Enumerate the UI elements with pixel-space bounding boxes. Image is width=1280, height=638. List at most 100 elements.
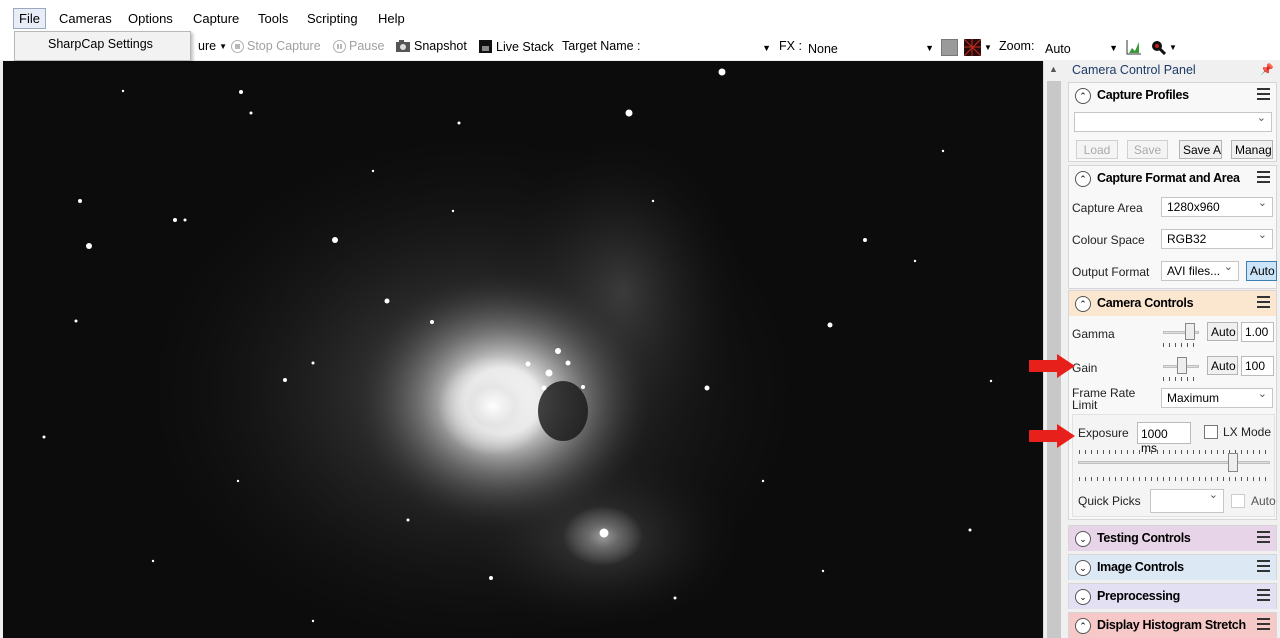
snapshot-label: Snapshot <box>414 39 467 53</box>
quick-auto-label: Auto <box>1251 494 1276 508</box>
nebula-image <box>3 61 1043 638</box>
preprocessing-header[interactable]: ⌄ Preprocessing <box>1069 584 1276 609</box>
gamma-slider-thumb[interactable] <box>1185 323 1195 340</box>
quick-picks-label: Quick Picks <box>1078 494 1141 508</box>
exposure-label: Exposure <box>1078 426 1129 440</box>
panel-title: Camera Control Panel <box>1072 63 1196 77</box>
red-grid-icon <box>964 39 981 56</box>
hamburger-menu-icon[interactable] <box>1257 296 1270 308</box>
output-auto-button[interactable]: Auto <box>1246 261 1277 281</box>
pin-icon[interactable]: 📌 <box>1260 63 1274 76</box>
quick-picks-select[interactable] <box>1150 488 1224 513</box>
fx-select[interactable]: None ▼ <box>808 42 936 60</box>
section-title: Preprocessing <box>1097 589 1180 603</box>
display-histogram-header[interactable]: ⌃ Display Histogram Stretch <box>1069 613 1276 638</box>
gain-auto-button[interactable]: Auto <box>1207 356 1238 375</box>
exposure-value-field[interactable]: 1000 ms <box>1137 422 1191 455</box>
menu-help[interactable]: Help <box>378 11 405 26</box>
hamburger-menu-icon[interactable] <box>1257 171 1270 183</box>
histogram-button[interactable] <box>1126 39 1142 55</box>
start-capture-button[interactable]: ure ▼ <box>198 39 227 53</box>
scroll-up-icon[interactable]: ▲ <box>1049 64 1058 74</box>
output-format-select[interactable]: AVI files... <box>1161 261 1239 281</box>
pause-button[interactable]: Pause <box>333 39 384 53</box>
camera-icon <box>396 40 410 52</box>
histogram-icon <box>1126 40 1141 55</box>
section-capture-format: ⌃ Capture Format and Area Capture Area 1… <box>1068 165 1277 289</box>
exposure-slider[interactable] <box>1078 461 1270 464</box>
manage-button[interactable]: Manage <box>1231 140 1273 159</box>
gamma-label: Gamma <box>1072 327 1115 341</box>
pause-circle-icon <box>333 39 346 53</box>
chevron-up-icon[interactable]: ⌃ <box>1075 88 1091 104</box>
zoom-select[interactable]: Auto ▼ <box>1045 42 1120 60</box>
menu-item-sharpcap-settings[interactable]: SharpCap Settings <box>48 37 153 51</box>
chevron-up-icon[interactable]: ⌃ <box>1075 296 1091 312</box>
frame-rate-select[interactable]: Maximum <box>1161 387 1273 408</box>
menu-scripting[interactable]: Scripting <box>307 11 358 26</box>
section-title: Capture Profiles <box>1097 88 1189 102</box>
section-image-controls: ⌄ Image Controls <box>1068 554 1277 580</box>
zoom-label: Zoom: <box>999 39 1035 53</box>
chevron-down-icon[interactable]: ⌄ <box>1075 589 1091 605</box>
overlay-button[interactable]: ▼ <box>964 39 992 56</box>
capture-profiles-header[interactable]: ⌃ Capture Profiles <box>1069 83 1276 108</box>
image-controls-header[interactable]: ⌄ Image Controls <box>1069 555 1276 580</box>
menu-file[interactable]: File <box>13 8 46 29</box>
fx-settings-button[interactable] <box>941 39 958 56</box>
gain-slider-thumb[interactable] <box>1177 357 1187 374</box>
start-capture-label: ure <box>198 39 217 53</box>
gamma-auto-button[interactable]: Auto <box>1207 322 1238 341</box>
camera-control-panel: Camera Control Panel 📌 ⌃ Capture Profile… <box>1066 61 1280 638</box>
hamburger-menu-icon[interactable] <box>1257 618 1270 630</box>
exposure-arrow-icon <box>1029 424 1075 448</box>
chevron-up-icon[interactable]: ⌃ <box>1075 618 1091 634</box>
target-name-combo[interactable]: ▼ <box>645 39 775 57</box>
menu-cameras[interactable]: Cameras <box>59 11 112 26</box>
camera-image-view[interactable] <box>3 61 1043 638</box>
toolbar: ure ▼ Stop Capture Pause Snapshot Live S… <box>0 36 1280 60</box>
profile-select[interactable] <box>1074 111 1272 132</box>
grey-square-icon <box>941 39 958 56</box>
stop-capture-button[interactable]: Stop Capture <box>231 39 321 53</box>
frame-rate-label-line2: Limit <box>1072 398 1098 412</box>
menu-bar: File Cameras Options Capture Tools Scrip… <box>0 0 1280 36</box>
gamma-value-field[interactable]: 1.00 <box>1241 322 1274 342</box>
menu-tools[interactable]: Tools <box>258 11 288 26</box>
menu-options[interactable]: Options <box>128 11 173 26</box>
exposure-slider-thumb[interactable] <box>1228 453 1238 472</box>
chevron-down-icon[interactable]: ⌄ <box>1075 560 1091 576</box>
zoom-tool-button[interactable]: ▼ <box>1150 39 1177 55</box>
hamburger-menu-icon[interactable] <box>1257 531 1270 543</box>
chevron-down-icon: ▼ <box>1109 43 1118 53</box>
chevron-down-icon[interactable]: ⌄ <box>1075 531 1091 547</box>
chevron-up-icon[interactable]: ⌃ <box>1075 171 1091 187</box>
lx-mode-label: LX Mode <box>1223 425 1272 439</box>
chevron-down-icon: ▼ <box>984 43 992 52</box>
quick-auto-checkbox[interactable] <box>1231 494 1245 508</box>
capture-area-select[interactable]: 1280x960 <box>1161 196 1273 217</box>
section-title: Image Controls <box>1097 560 1184 574</box>
gain-value-field[interactable]: 100 <box>1241 356 1274 376</box>
live-stack-label: Live Stack <box>496 39 554 54</box>
live-stack-button[interactable]: Live Stack <box>478 39 554 54</box>
section-capture-profiles: ⌃ Capture Profiles Load Save Save A Mana… <box>1068 82 1277 162</box>
load-button[interactable]: Load <box>1076 140 1118 159</box>
snapshot-button[interactable]: Snapshot <box>395 39 467 53</box>
chevron-down-icon: ▼ <box>1169 42 1177 52</box>
menu-capture[interactable]: Capture <box>193 11 239 26</box>
hamburger-menu-icon[interactable] <box>1257 560 1270 572</box>
section-display-histogram: ⌃ Display Histogram Stretch <box>1068 612 1277 638</box>
chevron-down-icon: ▼ <box>762 43 771 53</box>
capture-format-header[interactable]: ⌃ Capture Format and Area <box>1069 166 1276 191</box>
save-button[interactable]: Save <box>1127 140 1168 159</box>
testing-controls-header[interactable]: ⌄ Testing Controls <box>1069 526 1276 551</box>
colour-space-select[interactable]: RGB32 <box>1161 228 1273 249</box>
gamma-ticks <box>1163 343 1199 347</box>
camera-controls-header[interactable]: ⌃ Camera Controls <box>1069 291 1276 316</box>
save-as-button[interactable]: Save A <box>1179 140 1222 159</box>
hamburger-menu-icon[interactable] <box>1257 589 1270 601</box>
hamburger-menu-icon[interactable] <box>1257 88 1270 100</box>
image-vertical-scrollbar[interactable]: ▲ <box>1043 61 1063 638</box>
lx-mode-checkbox[interactable] <box>1204 425 1218 439</box>
